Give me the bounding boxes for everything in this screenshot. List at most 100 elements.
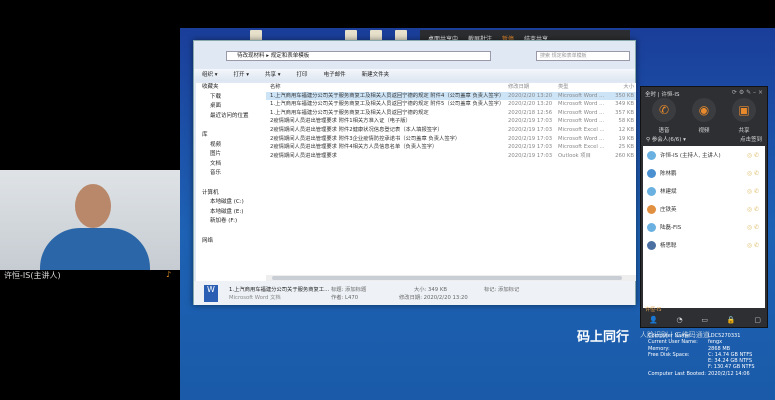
- mic-icon[interactable]: ◎ ✆: [747, 206, 759, 213]
- nav-item[interactable]: 视频: [196, 141, 266, 151]
- col-name[interactable]: 名称: [266, 83, 508, 92]
- current-speaker: 许恒-IS: [645, 307, 662, 313]
- share-button[interactable]: 共享 ▾: [265, 69, 281, 81]
- file-type: Microsoft Word ...: [558, 118, 605, 125]
- participant-item[interactable]: 庄铁英 ◎ ✆: [643, 200, 765, 218]
- file-type: Microsoft Word ...: [558, 101, 605, 108]
- email-button[interactable]: 电子邮件: [324, 69, 346, 81]
- file-row[interactable]: 1.上汽商用车福建分公司关于服务商复工及相关人员返回宁德的规定 2020/2/18…: [266, 109, 636, 118]
- nav-item[interactable]: 图片: [196, 150, 266, 160]
- mic-icon[interactable]: ◎ ✆: [747, 170, 759, 177]
- participants-tab-icon[interactable]: 👤: [649, 316, 658, 324]
- mic-icon[interactable]: ◎ ✆: [747, 152, 759, 159]
- file-name: 2疫情期间人员进出管理要求 附件3企业疫情防控承诺书（公司盖章 负责人签字）: [270, 135, 461, 142]
- nav-item[interactable]: 收藏夹: [196, 83, 266, 93]
- participant-name: 陆磊-FIS: [660, 225, 682, 231]
- file-date: 2020/2/20 13:20: [508, 92, 553, 99]
- file-row[interactable]: 2疫情期间人员进出管理要求 2020/2/19 17:03 Outlook 项目 26…: [266, 152, 636, 161]
- breadcrumb-item[interactable]: 规定和表单模板: [271, 53, 310, 59]
- nav-item[interactable]: 本地磁盘 (E:): [196, 208, 266, 218]
- sysinfo-label: Computer Last Booted:: [648, 370, 706, 377]
- file-explorer-window: 待改现材料 ▸ 规定和表单模板 搜索 规定和表单模板 组织 ▾ 打开 ▾ 共享 …: [193, 40, 636, 305]
- participant-list: 许恒-IS (主持人, 主讲人) ◎ ✆ 陈林鹏 ◎ ✆ 林建斌 ◎ ✆ 庄铁英 ◎ ✆ 陆磊-…: [643, 146, 765, 308]
- presenter-name: 许恒-IS(主讲人): [4, 271, 61, 280]
- participants-dropdown[interactable]: ⚲ 参会人(6/6) ▾: [646, 135, 686, 143]
- file-name: 1.上汽商用车福建分公司关于服务商复工及相关人员返回宁德的规定 附件4（公司盖章…: [270, 92, 505, 99]
- file-row[interactable]: 2疫情期间人员进出管理要求 附件2健康状况信息登记表（本人填报签字） 2020/2…: [266, 126, 636, 135]
- nav-item: [196, 121, 266, 131]
- whiteboard-tab-icon[interactable]: ▭: [701, 316, 708, 324]
- video-label: 视频: [698, 128, 710, 134]
- col-type[interactable]: 类型: [558, 83, 608, 92]
- nav-item[interactable]: 音乐: [196, 169, 266, 179]
- nav-item[interactable]: 本地磁盘 (C:): [196, 198, 266, 208]
- nav-item[interactable]: 库: [196, 131, 266, 141]
- participant-item[interactable]: 林建斌 ◎ ✆: [643, 182, 765, 200]
- mic-icon[interactable]: ◎ ✆: [747, 188, 759, 195]
- avatar: [647, 150, 656, 160]
- mic-icon[interactable]: ◎ ✆: [747, 242, 759, 249]
- voice-button[interactable]: ✆ 语音: [649, 98, 679, 134]
- file-size: 260 KB: [615, 152, 634, 159]
- video-button[interactable]: ◉ 视频: [689, 98, 719, 134]
- details-pane: W 1.上汽商用车福建分公司关于服务商复工... Microsoft Word …: [194, 281, 635, 305]
- file-type: Microsoft Excel ...: [558, 144, 605, 151]
- avatar: [647, 168, 656, 178]
- address-bar[interactable]: 待改现材料 ▸ 规定和表单模板: [226, 51, 491, 61]
- nav-item[interactable]: 新加卷 (F:): [196, 217, 266, 227]
- detail-modified: 修改日期: 2020/2/20 13:20: [399, 295, 468, 301]
- organize-button[interactable]: 组织 ▾: [202, 69, 218, 81]
- navigation-pane: 收藏夹 下载 桌面 最近访问的位置库视频 图片 文档 音乐计算机 本地磁盘 (C:) 本地磁盘 …: [196, 83, 266, 281]
- nav-item[interactable]: 计算机: [196, 189, 266, 199]
- participant-item[interactable]: 许恒-IS (主持人, 主讲人) ◎ ✆: [643, 146, 765, 164]
- participant-item[interactable]: 陈林鹏 ◎ ✆: [643, 164, 765, 182]
- file-row[interactable]: 1.上汽商用车福建分公司关于服务商复工及相关人员返回宁德的规定 附件5（公司盖章…: [266, 100, 636, 109]
- col-size[interactable]: 大小: [608, 83, 634, 92]
- avatar: [647, 240, 656, 250]
- detail-filename: 1.上汽商用车福建分公司关于服务商复工...: [229, 287, 330, 293]
- avatar: [647, 222, 656, 232]
- file-row[interactable]: 2疫情期间人员进出管理要求 附件4相关方人员信息名单（负责人签字） 2020/2/…: [266, 143, 636, 152]
- detail-title[interactable]: 标题: 添加标题: [331, 285, 366, 293]
- lock-icon[interactable]: 🔒: [727, 316, 736, 324]
- sign-in-button[interactable]: 点击签到: [740, 135, 762, 143]
- file-row[interactable]: 1.上汽商用车福建分公司关于服务商复工及相关人员返回宁德的规定 附件4（公司盖章…: [266, 91, 636, 101]
- detail-author[interactable]: 作者: L470: [331, 293, 358, 301]
- file-type: Microsoft Word ...: [558, 109, 605, 116]
- nav-item[interactable]: 最近访问的位置: [196, 112, 266, 122]
- participant-name: 杨思聪: [660, 243, 677, 249]
- meeting-panel: 全时 | 许恒-IS ⟳ ⚙ ✎ – × ✆ 语音 ◉ 视频 ▣ 共享 ⚲ 参会人(6…: [640, 86, 768, 328]
- participant-item[interactable]: 杨思聪 ◎ ✆: [643, 236, 765, 254]
- breadcrumb-item[interactable]: 待改现材料: [237, 53, 265, 59]
- open-button[interactable]: 打开 ▾: [234, 69, 250, 81]
- participant-name: 许恒-IS (主持人, 主讲人): [660, 153, 721, 159]
- file-type: Microsoft Word ...: [558, 92, 605, 99]
- chat-tab-icon[interactable]: ◔: [677, 316, 683, 324]
- file-name: 1.上汽商用车福建分公司关于服务商复工及相关人员返回宁德的规定 附件5（公司盖章…: [270, 101, 505, 108]
- nav-item[interactable]: 文档: [196, 160, 266, 170]
- detail-tags[interactable]: 标记: 添加标记: [484, 285, 519, 293]
- nav-item[interactable]: 下载: [196, 93, 266, 103]
- search-input[interactable]: 搜索 规定和表单模板: [536, 51, 630, 61]
- print-button[interactable]: 打印: [297, 69, 308, 81]
- window-controls[interactable]: ⟳ ⚙ ✎ – ×: [732, 89, 763, 96]
- col-date[interactable]: 修改日期: [508, 83, 558, 92]
- avatar: [647, 186, 656, 196]
- file-date: 2020/2/19 17:03: [508, 126, 553, 133]
- meeting-title: 全时 | 许恒-IS: [645, 92, 680, 98]
- notes-tab-icon[interactable]: ▢: [754, 316, 761, 324]
- nav-item[interactable]: 桌面: [196, 102, 266, 112]
- file-name: 2疫情期间人员进出管理要求: [270, 152, 337, 159]
- participant-name: 陈林鹏: [660, 171, 677, 177]
- mic-icon[interactable]: ◎ ✆: [747, 224, 759, 231]
- new-folder-button[interactable]: 新建文件夹: [362, 69, 390, 81]
- share-label: 共享: [738, 128, 750, 134]
- file-date: 2020/2/19 17:03: [508, 118, 553, 125]
- file-row[interactable]: 2疫情期间人员进出管理要求 附件1相关方准入证（电子版） 2020/2/19 17…: [266, 117, 636, 126]
- share-screen-button[interactable]: ▣ 共享: [729, 98, 759, 134]
- nav-item[interactable]: 网络: [196, 237, 266, 247]
- file-size: 58 KB: [618, 118, 634, 125]
- explorer-toolbar: 组织 ▾ 打开 ▾ 共享 ▾ 打印 电子邮件 新建文件夹: [194, 69, 635, 81]
- file-row[interactable]: 2疫情期间人员进出管理要求 附件3企业疫情防控承诺书（公司盖章 负责人签字） 20…: [266, 135, 636, 144]
- participant-item[interactable]: 陆磊-FIS ◎ ✆: [643, 218, 765, 236]
